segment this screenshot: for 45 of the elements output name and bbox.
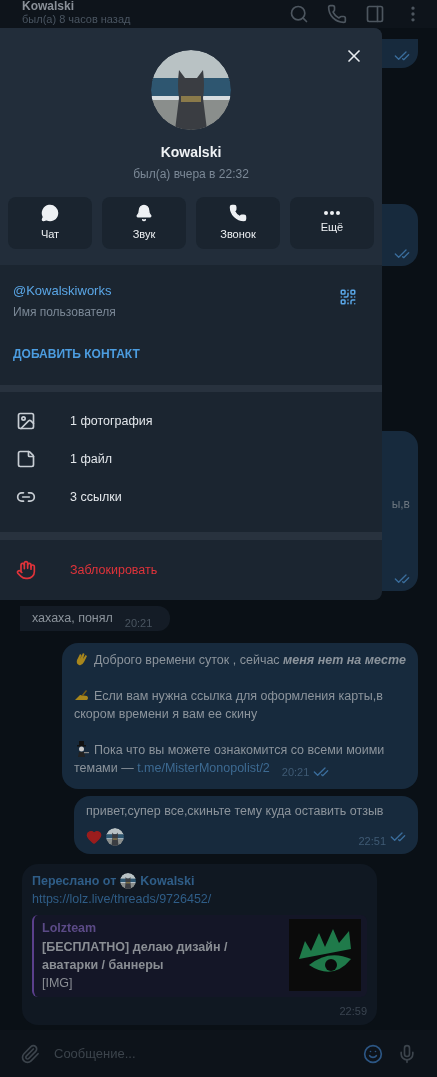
search-icon[interactable]	[289, 4, 309, 24]
message-paragraph: Если вам нужна ссылка для оформления карты,в скором времени я вам ее скину	[74, 687, 384, 724]
qr-code-icon[interactable]	[339, 288, 357, 306]
message-text: хахаха, понял	[32, 610, 113, 628]
block-button[interactable]: Заблокировать	[0, 540, 382, 600]
heart-reaction-icon[interactable]	[86, 829, 102, 846]
waving-hand-icon	[74, 651, 90, 668]
preview-title: [БЕСПЛАТНО] делаю дизайн / аватарки / баннеры	[42, 938, 229, 974]
profile-action-button[interactable]: Звонок	[196, 197, 280, 249]
chat-title: Kowalski	[22, 0, 76, 13]
username[interactable]: @Kowalskiworks	[13, 281, 339, 301]
media-row[interactable]: 3 ссылки	[0, 478, 382, 517]
message-time: 20:21	[124, 615, 153, 631]
microphone-icon[interactable]	[397, 1043, 417, 1064]
profile-action-button[interactable]: Ещё	[290, 197, 374, 249]
sender-avatar	[120, 872, 137, 889]
hand-icon	[16, 560, 36, 580]
message-text: ы,в	[391, 496, 410, 514]
media-row[interactable]: 1 фотография	[0, 402, 382, 441]
add-contact-button[interactable]: ДОБАВИТЬ КОНТАКТ	[13, 344, 339, 363]
phone-icon	[229, 203, 247, 222]
chat-bubble-icon	[41, 203, 59, 222]
attach-icon[interactable]	[20, 1043, 40, 1064]
username-caption: Имя пользователя	[13, 303, 117, 321]
file-icon	[16, 449, 36, 470]
link-preview[interactable]: Lolzteam [БЕСПЛАТНО] делаю дизайн / аватарки / баннеры [IMG]	[32, 915, 367, 997]
bell-icon	[135, 203, 153, 222]
media-row[interactable]: 1 файл	[0, 440, 382, 479]
preview-description: [IMG]	[42, 974, 74, 992]
preview-site: Lolzteam	[42, 920, 98, 937]
chat-status: был(а) 8 часов назад	[22, 13, 132, 26]
forwarded-label: Переслано от	[32, 872, 117, 890]
profile-action-button[interactable]: Звук	[102, 197, 186, 249]
top-hat-figure-icon	[74, 741, 90, 758]
more-icon	[324, 210, 340, 215]
profile-action-button[interactable]: Чат	[8, 197, 92, 249]
profile-name: Kowalski	[160, 143, 222, 162]
reaction-avatar	[106, 828, 124, 847]
message-text: привет,супер все,скиньте тему куда оставить отзыв	[86, 803, 385, 821]
emoji-icon[interactable]	[363, 1043, 383, 1064]
photo-icon	[16, 411, 36, 432]
profile-status: был(а) вчера в 22:32	[133, 166, 249, 183]
message-paragraph: Доброго времени суток , сейчас меня нет на месте	[74, 651, 406, 670]
sidebar-toggle-icon[interactable]	[365, 4, 385, 24]
phone-icon[interactable]	[327, 4, 347, 24]
